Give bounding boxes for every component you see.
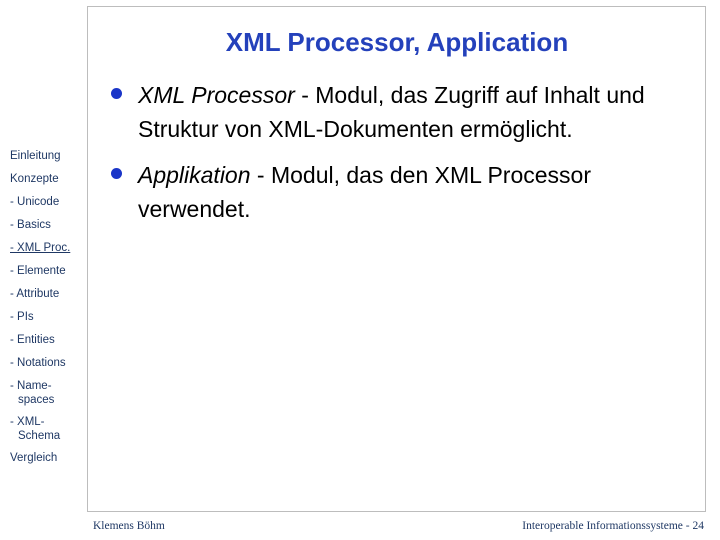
bullet-term: XML Processor <box>138 82 295 108</box>
sidebar-item-label: - XML Proc. <box>10 242 71 254</box>
bullet-dot-icon <box>111 88 122 99</box>
sidebar-item-einleitung[interactable]: Einleitung <box>0 150 86 173</box>
sidebar-item-label: - Attribute <box>10 288 60 300</box>
sidebar-item-unicode[interactable]: - Unicode <box>0 196 86 219</box>
sidebar-item-basics[interactable]: - Basics <box>0 219 86 242</box>
sidebar-item-label: Vergleich <box>10 452 58 464</box>
sidebar-item-attribute[interactable]: - Attribute <box>0 288 86 311</box>
sidebar-item-notations[interactable]: - Notations <box>0 357 86 380</box>
bullet-list: XML Processor - Modul, das Zugriff auf I… <box>108 78 708 238</box>
sidebar-item-label: - XML- Schema <box>10 416 86 443</box>
sidebar-item-label: - Unicode <box>10 196 60 208</box>
footer-author: Klemens Böhm <box>93 520 165 532</box>
footer-course-and-page-number: Interoperable Informationssysteme - 24 <box>522 520 704 532</box>
bullet-text: XML Processor - Modul, das Zugriff auf I… <box>138 78 708 146</box>
sidebar-item-label: - Notations <box>10 357 66 369</box>
bullet-dot-icon <box>111 168 122 179</box>
sidebar-item-xml-proc[interactable]: - XML Proc. <box>0 242 86 265</box>
bullet-text: Applikation - Modul, das den XML Process… <box>138 158 708 226</box>
sidebar-item-label: Konzepte <box>10 173 59 185</box>
bullet-item: Applikation - Modul, das den XML Process… <box>108 158 708 226</box>
sidebar-item-label: - Basics <box>10 219 51 231</box>
sidebar-item-label-continued: spaces <box>18 393 55 406</box>
sidebar-item-pis[interactable]: - PIs <box>0 311 86 334</box>
sidebar-item-label: Einleitung <box>10 150 61 162</box>
sidebar-item-vergleich[interactable]: Vergleich <box>0 452 86 475</box>
sidebar-item-konzepte[interactable]: Konzepte <box>0 173 86 196</box>
bullet-item: XML Processor - Modul, das Zugriff auf I… <box>108 78 708 146</box>
page-title: XML Processor, Application <box>225 27 569 57</box>
sidebar-item-label-continued: Schema <box>18 429 61 442</box>
sidebar-item-xml-schema[interactable]: - XML- Schema <box>0 416 86 452</box>
sidebar-item-label: - Entities <box>10 334 55 346</box>
sidebar-item-label: - PIs <box>10 311 34 323</box>
sidebar-item-entities[interactable]: - Entities <box>0 334 86 357</box>
slide: XML Processor, Application XML Processor… <box>0 0 720 540</box>
sidebar-item-elemente[interactable]: - Elemente <box>0 265 86 288</box>
slide-footer: Klemens Böhm Interoperable Informationss… <box>0 518 720 540</box>
sidebar-item-label: - Elemente <box>10 265 66 277</box>
sidebar-item-name-spaces[interactable]: - Name-spaces <box>0 380 86 416</box>
sidebar-item-label: - Name-spaces <box>10 380 86 407</box>
sidebar: Einleitung Konzepte - Unicode - Basics - XML… <box>0 150 86 475</box>
bullet-term: Applikation <box>138 162 251 188</box>
